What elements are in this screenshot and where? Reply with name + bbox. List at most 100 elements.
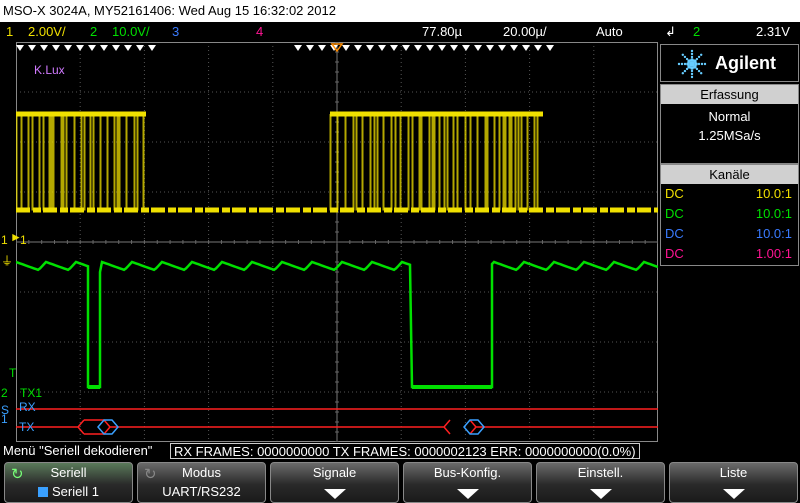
right-info-panel: Agilent Erfassung Normal 1.25MSa/s Kanäl…	[659, 42, 800, 442]
grid-tick	[233, 240, 235, 244]
grid-tick	[580, 240, 582, 244]
ch2-number[interactable]: 2	[90, 22, 97, 42]
grid-tick	[375, 240, 377, 244]
serial-color-swatch	[38, 487, 49, 497]
spark-dot	[685, 67, 689, 71]
grid-tick	[335, 61, 339, 63]
grid-tick	[335, 221, 339, 223]
grid-tick	[657, 240, 658, 244]
grid-tick	[335, 411, 339, 413]
spark-dot	[677, 62, 681, 66]
decode-statistics: RX FRAMES: 0000000000 TX FRAMES: 0000002…	[170, 443, 640, 459]
channels-box[interactable]: Kanäle DC 10.0:1 DC 10.0:1 DC 10.0:1 DC 1.00:1	[660, 164, 799, 266]
channel-row-2[interactable]: DC 10.0:1	[661, 204, 798, 224]
spark-dot	[690, 52, 694, 56]
ch1-waveform	[16, 111, 658, 213]
grid-tick	[464, 240, 466, 244]
timebase[interactable]: 20.00µ/	[503, 22, 547, 42]
frame-marker	[148, 45, 156, 51]
ch2-ground-marker[interactable]: 2	[1, 386, 8, 400]
frame-marker	[498, 45, 506, 51]
waveform-display[interactable]	[16, 42, 658, 442]
frame-marker	[438, 45, 446, 51]
ch1-number[interactable]: 1	[6, 22, 13, 42]
grid-tick	[335, 371, 339, 373]
channel-row-4[interactable]: DC 1.00:1	[661, 244, 798, 264]
softkey-6[interactable]: Liste	[669, 462, 798, 503]
trigger-source[interactable]: 2	[693, 22, 700, 42]
agilent-spark-icon	[677, 49, 707, 79]
grid-tick	[335, 341, 339, 343]
channel-coupling: DC	[665, 186, 684, 201]
frame-marker	[318, 45, 326, 51]
frame-marker	[136, 45, 144, 51]
serial-bus-number: 1	[1, 412, 8, 426]
frame-marker	[462, 45, 470, 51]
grid-tick	[335, 241, 339, 243]
grid-tick	[426, 240, 428, 244]
ch2-scale[interactable]: 10.0V/	[112, 22, 150, 42]
grid-tick	[349, 240, 351, 244]
spark-dot	[683, 69, 687, 73]
frame-marker	[342, 45, 350, 51]
trigger-level[interactable]: 2.31V	[756, 22, 790, 42]
spark-dot	[680, 62, 684, 66]
softkey-bar: Seriell Seriell 1 ↻ Modus UART/RS232 ↻ Signale…	[0, 460, 800, 503]
grid-tick	[413, 240, 415, 244]
ch1-ground-marker[interactable]: 1	[1, 233, 8, 247]
frame-marker	[402, 45, 410, 51]
softkey-5[interactable]: Einstell.	[536, 462, 665, 503]
frame-marker	[28, 45, 36, 51]
frame-marker	[534, 45, 542, 51]
trigger-delay[interactable]: 77.80µ	[422, 22, 462, 42]
acquisition-box[interactable]: Erfassung Normal 1.25MSa/s	[660, 84, 799, 164]
ch4-number[interactable]: 4	[256, 22, 263, 42]
spark-dot	[690, 55, 694, 59]
ch3-number[interactable]: 3	[172, 22, 179, 42]
trigger-level-marker[interactable]: T	[9, 366, 16, 380]
softkey-label: Liste	[719, 465, 748, 480]
down-arrow-icon	[722, 489, 745, 499]
softkey-2[interactable]: Modus UART/RS232 ↻	[137, 462, 266, 503]
down-arrow-icon	[456, 489, 479, 499]
menu-title: Menü "Seriell dekodieren"	[3, 443, 153, 458]
spark-dot	[690, 72, 694, 76]
grid-tick	[272, 240, 274, 244]
grid-tick	[92, 240, 94, 244]
grid-tick	[387, 240, 389, 244]
frame-marker	[378, 45, 386, 51]
grid-tick	[79, 240, 81, 244]
grid-tick	[503, 240, 505, 244]
grid-tick	[285, 240, 287, 244]
probe-label: K.Lux	[34, 63, 65, 77]
acquisition-mode: Normal	[708, 109, 751, 124]
tx-label: TX	[19, 420, 35, 434]
grid-tick	[335, 301, 339, 303]
channel-row-1[interactable]: DC 10.0:1	[661, 184, 798, 204]
grid-tick	[335, 91, 339, 93]
grid-tick	[246, 240, 248, 244]
softkey-3[interactable]: Signale	[270, 462, 399, 503]
spark-dot	[683, 55, 687, 59]
spark-dot	[681, 71, 685, 75]
channel-probe-ratio: 1.00:1	[755, 246, 792, 261]
grid-tick	[297, 240, 299, 244]
softkey-4[interactable]: Bus-Konfig.	[403, 462, 532, 503]
frame-marker	[510, 45, 518, 51]
grid-tick	[335, 261, 339, 263]
spark-dot	[695, 67, 699, 71]
channel-row-3[interactable]: DC 10.0:1	[661, 224, 798, 244]
softkey-value: Seriell 1	[5, 484, 132, 500]
ch1-scale[interactable]: 2.00V/	[28, 22, 66, 42]
grid-tick	[618, 240, 620, 244]
title-bar: MSO-X 3024A, MY52161406: Wed Aug 15 16:3…	[0, 0, 800, 22]
spark-center	[689, 61, 695, 67]
trigger-mode[interactable]: Auto	[596, 22, 623, 42]
grid-tick	[105, 240, 107, 244]
grid-tick	[567, 240, 569, 244]
softkey-1[interactable]: Seriell Seriell 1 ↻	[4, 462, 133, 503]
grid-tick	[131, 240, 133, 244]
refresh-icon: ↻	[11, 466, 24, 483]
grid-tick	[477, 240, 479, 244]
softkey-value: UART/RS232	[162, 484, 241, 499]
